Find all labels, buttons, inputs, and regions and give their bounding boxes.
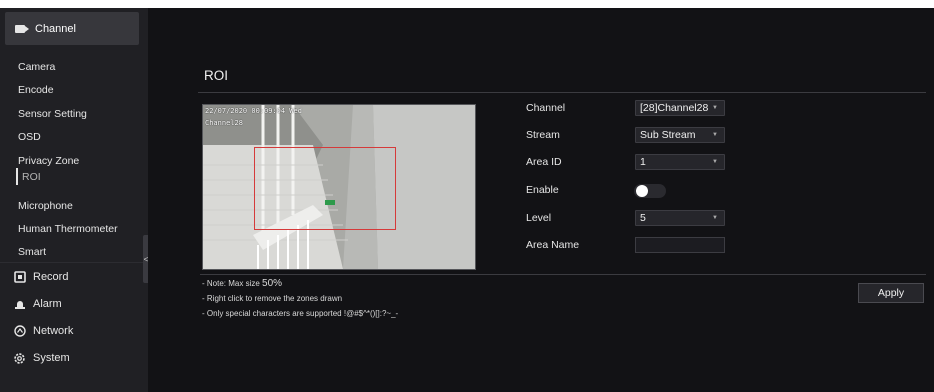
sidebar-item-sensor-setting[interactable]: Sensor Setting: [18, 106, 87, 122]
channel-select[interactable]: [28]Channel28 ▼: [635, 100, 725, 116]
sidebar-group-label: System: [33, 352, 70, 364]
stream-label: Stream: [526, 129, 560, 141]
top-strip: [0, 0, 934, 8]
sidebar-group-label: Alarm: [33, 298, 62, 310]
channel-camera-icon: [15, 24, 29, 34]
chevron-down-icon: ▼: [712, 132, 718, 138]
level-select-value: 5: [640, 212, 646, 224]
area-id-select-value: 1: [640, 156, 646, 168]
active-item-indicator: [16, 168, 18, 185]
sidebar-item-camera[interactable]: Camera: [18, 59, 55, 75]
sidebar-item-microphone[interactable]: Microphone: [18, 198, 73, 214]
alarm-icon: [13, 298, 26, 311]
sidebar-header-label: Channel: [35, 22, 76, 35]
network-icon: [13, 325, 26, 338]
enable-toggle[interactable]: [634, 184, 666, 198]
sidebar-group-label: Network: [33, 325, 74, 337]
roi-video-preview[interactable]: 22/07/2020 00:09:04 Wed Channel28: [202, 104, 476, 270]
osd-channel-name: Channel28: [205, 119, 243, 127]
level-label: Level: [526, 212, 552, 224]
sidebar-group-system[interactable]: System: [0, 345, 148, 371]
note-special-characters: - Only special characters are supported …: [202, 309, 399, 318]
main-panel: ROI 22/07/2020 00:09:04 Wed Channel28 Ch…: [148, 8, 934, 392]
sidebar-group-record[interactable]: Record: [0, 264, 148, 290]
note-right-click: - Right click to remove the zones drawn: [202, 294, 343, 303]
channel-label: Channel: [526, 102, 566, 114]
sidebar-header-channel[interactable]: Channel: [5, 12, 139, 45]
page-title: ROI: [204, 68, 229, 83]
chevron-down-icon: ▼: [712, 105, 718, 111]
chevron-down-icon: ▼: [712, 159, 718, 165]
sidebar-group-label: Record: [33, 271, 69, 283]
footer-divider: [200, 274, 926, 275]
toggle-knob: [636, 185, 648, 197]
system-gear-icon: [13, 352, 26, 365]
level-select[interactable]: 5 ▼: [635, 210, 725, 226]
chevron-down-icon: ▼: [712, 215, 718, 221]
sidebar-item-roi[interactable]: ROI: [22, 169, 41, 185]
area-name-input[interactable]: [635, 237, 725, 253]
stream-select[interactable]: Sub Stream ▼: [635, 127, 725, 143]
title-divider: [198, 92, 926, 93]
enable-label: Enable: [526, 184, 559, 196]
sidebar-group-network[interactable]: Network: [0, 318, 148, 344]
sidebar-item-osd[interactable]: OSD: [18, 129, 41, 145]
sidebar-item-privacy-zone[interactable]: Privacy Zone: [18, 153, 79, 169]
stream-select-value: Sub Stream: [640, 129, 696, 141]
note-emphasis: 50%: [262, 278, 283, 289]
roi-zone-rectangle[interactable]: [254, 147, 396, 230]
channel-select-value: [28]Channel28: [640, 102, 709, 114]
osd-datetime: 22/07/2020 00:09:04 Wed: [205, 107, 302, 115]
area-id-label: Area ID: [526, 156, 562, 168]
sidebar-item-encode[interactable]: Encode: [18, 82, 54, 98]
note-max-size: - Note: Max size 50%: [202, 278, 282, 289]
area-id-select[interactable]: 1 ▼: [635, 154, 725, 170]
sidebar-item-smart[interactable]: Smart: [18, 244, 46, 260]
sidebar-item-human-thermometer[interactable]: Human Thermometer: [18, 221, 118, 237]
area-name-label: Area Name: [526, 239, 580, 251]
sidebar-divider: [0, 262, 148, 263]
record-icon: [13, 271, 26, 284]
sidebar-group-alarm[interactable]: Alarm: [0, 291, 148, 317]
sidebar: Channel Camera Encode Sensor Setting OSD…: [0, 8, 148, 392]
note-text: - Note: Max size: [202, 279, 263, 288]
apply-button[interactable]: Apply: [858, 283, 924, 303]
